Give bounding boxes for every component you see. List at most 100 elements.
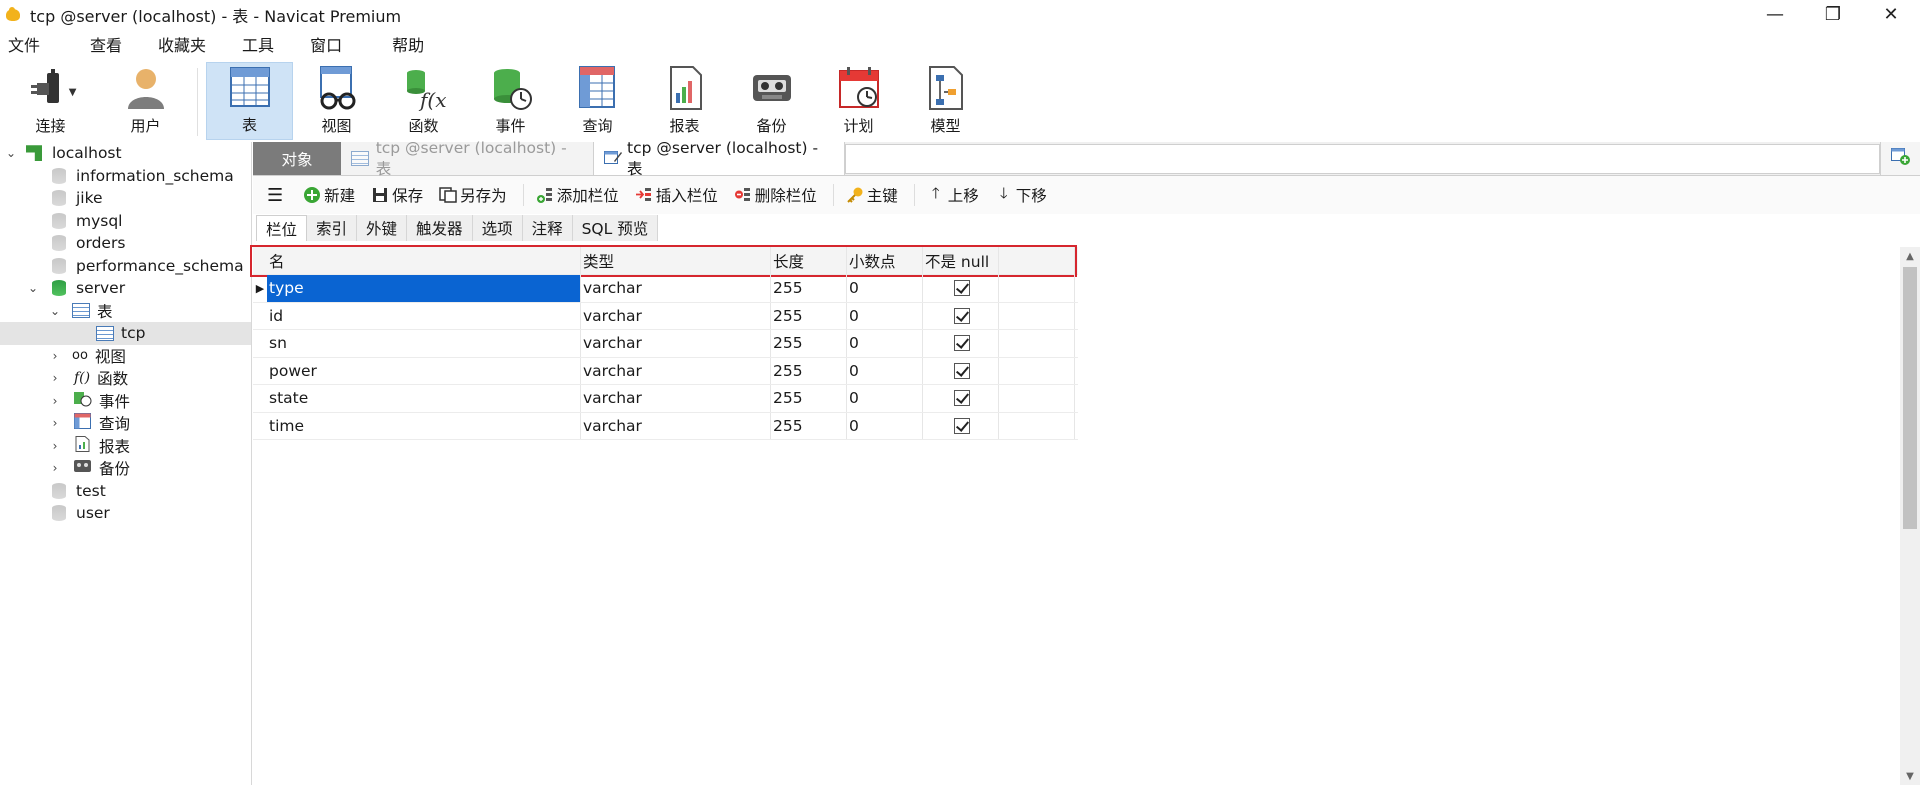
field-name-cell[interactable]: type — [267, 275, 581, 302]
field-decimals-cell[interactable]: 0 — [847, 275, 923, 302]
toolbar-view-button[interactable]: 视图 — [293, 62, 380, 140]
field-name-cell[interactable]: id — [267, 302, 581, 329]
field-length-cell[interactable]: 255 — [771, 357, 847, 384]
tree-folder-queries[interactable]: › 查询 — [0, 412, 251, 435]
menu-help[interactable]: 帮助 — [384, 29, 432, 62]
chevron-down-icon[interactable]: ⌄ — [4, 146, 18, 160]
field-name-cell[interactable]: sn — [267, 330, 581, 357]
field-length-cell[interactable]: 255 — [771, 412, 847, 439]
field-type-cell[interactable]: varchar — [581, 330, 771, 357]
save-button[interactable]: 保存 — [371, 184, 423, 206]
field-decimals-cell[interactable]: 0 — [847, 385, 923, 412]
toolbar-function-button[interactable]: f(x) 函数 — [380, 62, 467, 140]
tree-db-performance-schema[interactable]: performance_schema — [0, 255, 251, 278]
toolbar-model-button[interactable]: 模型 — [902, 62, 989, 140]
column-header-name[interactable]: 名 — [267, 247, 581, 274]
toolbar-report-button[interactable]: 报表 — [641, 62, 728, 140]
toolbar-schedule-button[interactable]: 计划 — [815, 62, 902, 140]
tree-db-jike[interactable]: jike — [0, 187, 251, 210]
menu-favorites[interactable]: 收藏夹 — [150, 29, 214, 62]
save-as-button[interactable]: 另存为 — [439, 184, 507, 206]
field-type-cell[interactable]: varchar — [581, 385, 771, 412]
new-button[interactable]: 新建 — [303, 184, 355, 206]
scrollbar-thumb[interactable] — [1903, 267, 1917, 529]
not-null-checkbox[interactable] — [953, 390, 970, 407]
field-key-cell[interactable] — [999, 357, 1075, 384]
chevron-right-icon[interactable]: › — [48, 439, 62, 453]
chevron-down-icon[interactable]: ⌄ — [48, 304, 62, 318]
toolbar-backup-button[interactable]: 备份 — [728, 62, 815, 140]
table-row[interactable]: power varchar 255 0 — [253, 357, 1078, 385]
toolbar-event-button[interactable]: 事件 — [467, 62, 554, 140]
restore-button[interactable]: ❐ — [1804, 0, 1862, 29]
subtab-foreign-keys[interactable]: 外键 — [357, 215, 408, 241]
delete-field-button[interactable]: 删除栏位 — [734, 184, 817, 206]
field-key-cell[interactable] — [999, 412, 1075, 439]
field-name-cell[interactable]: state — [267, 385, 581, 412]
menu-tools[interactable]: 工具 — [234, 29, 282, 62]
subtab-fields[interactable]: 栏位 — [256, 215, 308, 241]
field-length-cell[interactable]: 255 — [771, 275, 847, 302]
close-button[interactable]: ✕ — [1862, 0, 1920, 29]
chevron-down-icon[interactable]: ⌄ — [26, 281, 40, 295]
insert-field-button[interactable]: 插入栏位 — [635, 184, 718, 206]
chevron-right-icon[interactable]: › — [48, 394, 62, 408]
tree-folder-reports[interactable]: › 报表 — [0, 435, 251, 458]
chevron-right-icon[interactable]: › — [48, 371, 62, 385]
move-up-button[interactable]: 🡑 上移 — [927, 184, 979, 206]
primary-key-button[interactable]: 主键 — [846, 184, 898, 206]
subtab-sql-preview[interactable]: SQL 预览 — [572, 215, 659, 241]
scroll-up-icon[interactable]: ▲ — [1900, 247, 1920, 265]
tree-connection-localhost[interactable]: ⌄ localhost — [0, 142, 251, 165]
tree-folder-functions[interactable]: › f() 函数 — [0, 367, 251, 390]
field-type-cell[interactable]: varchar — [581, 357, 771, 384]
add-field-button[interactable]: 添加栏位 — [536, 184, 619, 206]
field-length-cell[interactable]: 255 — [771, 385, 847, 412]
field-type-cell[interactable]: varchar — [581, 275, 771, 302]
field-key-cell[interactable] — [999, 330, 1075, 357]
move-down-button[interactable]: 🡓 下移 — [995, 184, 1047, 206]
tab-objects[interactable]: 对象 — [253, 142, 341, 175]
column-header-not-null[interactable]: 不是 null — [923, 247, 999, 274]
column-header-decimals[interactable]: 小数点 — [847, 247, 923, 274]
subtab-indexes[interactable]: 索引 — [307, 215, 358, 241]
table-row[interactable]: id varchar 255 0 — [253, 302, 1078, 330]
column-header-type[interactable]: 类型 — [581, 247, 771, 274]
tree-db-server[interactable]: ⌄ server — [0, 277, 251, 300]
table-row[interactable]: sn varchar 255 0 — [253, 330, 1078, 358]
field-decimals-cell[interactable]: 0 — [847, 412, 923, 439]
tree-folder-tables[interactable]: ⌄ 表 — [0, 300, 251, 323]
chevron-right-icon[interactable]: › — [48, 461, 62, 475]
not-null-checkbox[interactable] — [953, 417, 970, 434]
not-null-checkbox[interactable] — [953, 280, 970, 297]
field-length-cell[interactable]: 255 — [771, 302, 847, 329]
not-null-checkbox[interactable] — [953, 307, 970, 324]
column-header-length[interactable]: 长度 — [771, 247, 847, 274]
subtab-comments[interactable]: 注释 — [522, 215, 573, 241]
field-name-cell[interactable]: power — [267, 357, 581, 384]
hamburger-menu-icon[interactable]: ☰ — [267, 185, 283, 206]
field-type-cell[interactable]: varchar — [581, 412, 771, 439]
field-key-cell[interactable] — [999, 275, 1075, 302]
vertical-scrollbar[interactable]: ▲ ▼ — [1900, 247, 1920, 785]
toolbar-connect-button[interactable]: ▼ 连接 — [7, 62, 94, 140]
field-decimals-cell[interactable]: 0 — [847, 302, 923, 329]
tree-table-tcp[interactable]: tcp — [0, 322, 251, 345]
not-null-checkbox[interactable] — [953, 335, 970, 352]
field-length-cell[interactable]: 255 — [771, 330, 847, 357]
tree-db-information-schema[interactable]: information_schema — [0, 165, 251, 188]
field-name-cell[interactable]: time — [267, 412, 581, 439]
menu-file[interactable]: 文件 — [0, 29, 48, 62]
tree-db-orders[interactable]: orders — [0, 232, 251, 255]
tree-folder-views[interactable]: › oo 视图 — [0, 345, 251, 368]
chevron-down-icon[interactable]: ▼ — [69, 87, 77, 98]
toolbar-user-button[interactable]: 用户 — [102, 62, 189, 140]
tab-tcp-inactive[interactable]: tcp @server (localhost) - 表 — [341, 139, 593, 178]
scroll-down-icon[interactable]: ▼ — [1900, 767, 1920, 785]
table-row[interactable]: state varchar 255 0 — [253, 385, 1078, 413]
chevron-right-icon[interactable]: › — [48, 416, 62, 430]
new-tab-button[interactable] — [1880, 142, 1920, 175]
tree-db-user[interactable]: user — [0, 502, 251, 525]
chevron-right-icon[interactable]: › — [48, 349, 62, 363]
field-decimals-cell[interactable]: 0 — [847, 330, 923, 357]
